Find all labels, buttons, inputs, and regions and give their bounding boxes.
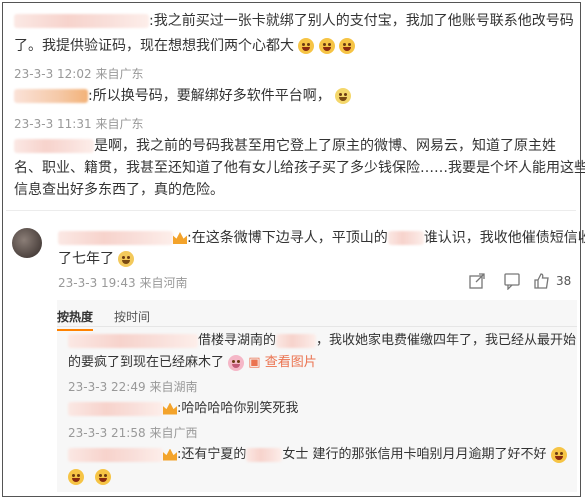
location: 来自湖南 (149, 380, 198, 394)
timestamp: 23-3-3 21:58 (68, 426, 146, 440)
comment-text: 名、职业、籍贯，我甚至还知道了他有女儿给孩子买了多少钱保险……我要是个坏人能用这… (14, 160, 585, 176)
vip-crown-icon (173, 232, 187, 244)
sweat-emoji-icon (335, 88, 352, 104)
comment-text: 信息查出好多东西了，真的危险。 (14, 182, 224, 198)
name-blur (276, 333, 317, 348)
emoji-row (68, 466, 112, 485)
vip-crown-icon (163, 402, 177, 415)
divider (6, 210, 576, 211)
location: 来自广东 (95, 67, 144, 81)
tab-time[interactable]: 按时间 (114, 308, 150, 325)
cry-emoji-icon (95, 468, 112, 485)
comment-icon[interactable] (503, 272, 521, 290)
timestamp: 23-3-3 11:31 (14, 117, 92, 131)
reply-meta: 23-3-3 21:58 来自广西 (68, 424, 197, 441)
username-blur (14, 89, 88, 103)
laugh-emoji-icon (298, 38, 315, 54)
username-blur (68, 333, 198, 348)
location: 来自广西 (149, 426, 198, 440)
comment-meta: 23-3-3 11:31 来自广东 (14, 115, 143, 132)
comment-meta: 23-3-3 12:02 来自广东 (14, 65, 143, 82)
username-blur (68, 401, 163, 416)
share-icon[interactable] (468, 272, 486, 290)
timestamp: 23-3-3 12:02 (14, 67, 92, 81)
cry-emoji-icon (550, 446, 567, 463)
like-icon[interactable] (533, 272, 551, 290)
reply-text: 的要疯了到现在已经麻木了 ▣ 查看图片 (68, 354, 317, 371)
username-blur (14, 14, 149, 28)
vip-crown-icon (163, 448, 177, 461)
laugh-emoji-icon (318, 38, 335, 54)
location: 来自河南 (139, 276, 188, 290)
reply-meta: 23-3-3 22:49 来自湖南 (68, 378, 197, 395)
comment-text: 是啊，我之前的号码我甚至用它登上了原主的微博、网易云，知道了原主姓 (14, 135, 556, 157)
comment-text: 了。我提供验证码，现在想想我们两个心都大 (14, 35, 356, 57)
username-blur (58, 231, 173, 245)
cry-emoji-icon (68, 468, 84, 485)
avatar[interactable] (12, 228, 42, 258)
name-blur (387, 231, 424, 245)
reply-text: :哈哈哈哈你别笑死我 (68, 398, 298, 420)
comment-text: :在这条微博下边寻人，平顶山的 谁认识，我收他催债短信收 (58, 227, 585, 249)
username-blur (14, 139, 94, 153)
name-blur (246, 447, 283, 462)
laugh-emoji-icon (339, 38, 356, 54)
view-image-link[interactable]: ▣ 查看图片 (248, 355, 316, 370)
username-blur (68, 447, 163, 462)
timestamp: 23-3-3 22:49 (68, 380, 146, 394)
comment-text: 了七年了 (58, 248, 135, 270)
location: 来自广东 (95, 117, 144, 131)
comment-meta: 23-3-3 19:43 来自河南 (58, 274, 187, 291)
divider (57, 326, 577, 327)
timestamp: 23-3-3 19:43 (58, 276, 136, 290)
dog-emoji-icon (118, 251, 135, 267)
tab-hot[interactable]: 按热度 (57, 308, 94, 331)
reply-text: 借楼寻湖南的 ，我收她家电费催缴四年了，我已经从最开始 (68, 330, 576, 352)
pig-emoji-icon (228, 354, 245, 371)
reply-text: :还有宁夏的 女士 建行的那张信用卡咱别月月逾期了好不好 (68, 444, 567, 466)
comment-text: :所以换号码，要解绑好多软件平台啊， (14, 85, 352, 107)
like-count: 38 (556, 274, 572, 288)
comment-text: :我之前买过一张卡就绑了别人的支付宝，我加了他账号联系他改号码 (14, 10, 574, 32)
